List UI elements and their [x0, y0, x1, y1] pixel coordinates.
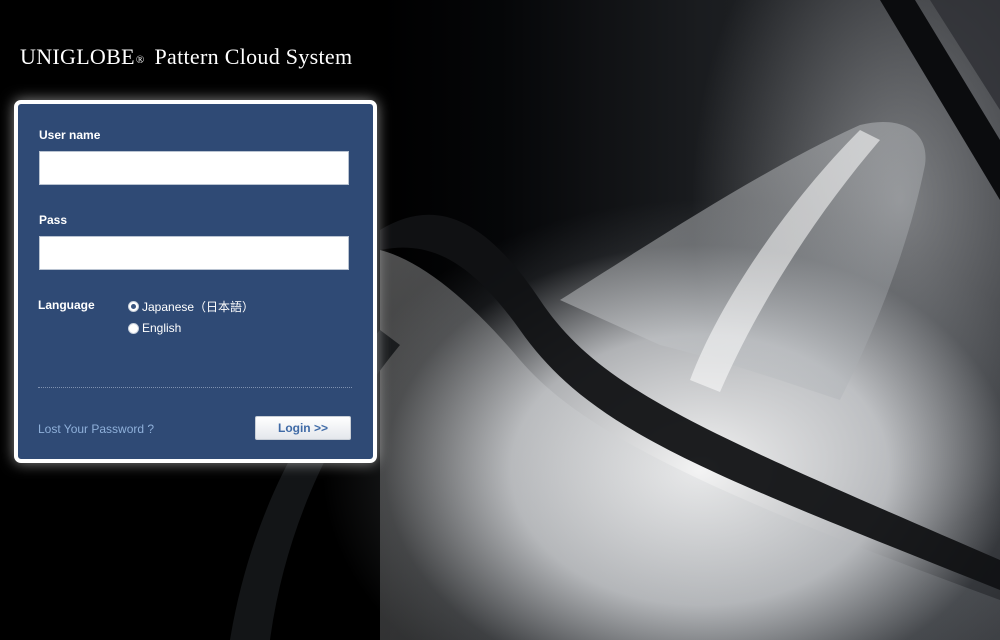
radio-checked-icon[interactable] [128, 301, 139, 312]
divider [38, 387, 352, 388]
login-panel: User name Pass Language Japanese（日本語） En… [14, 100, 377, 463]
registered-mark: ® [135, 54, 145, 66]
language-option-english[interactable]: English [128, 321, 181, 335]
language-option-japanese[interactable]: Japanese（日本語） [128, 298, 254, 315]
language-option-label: Japanese（日本語） [142, 300, 255, 314]
password-input[interactable] [39, 236, 349, 270]
product-name: Pattern Cloud System [154, 44, 353, 69]
app-title: UNIGLOBE® Pattern Cloud System [20, 44, 352, 70]
language-label: Language [38, 298, 95, 312]
password-label: Pass [39, 213, 68, 227]
language-option-label: English [142, 321, 182, 335]
brand-name: UNIGLOBE [20, 44, 135, 69]
radio-unchecked-icon[interactable] [128, 322, 139, 334]
login-button[interactable]: Login >> [255, 416, 351, 440]
lost-password-link[interactable]: Lost Your Password ? [38, 422, 154, 436]
username-input[interactable] [39, 151, 349, 185]
username-label: User name [39, 128, 101, 142]
